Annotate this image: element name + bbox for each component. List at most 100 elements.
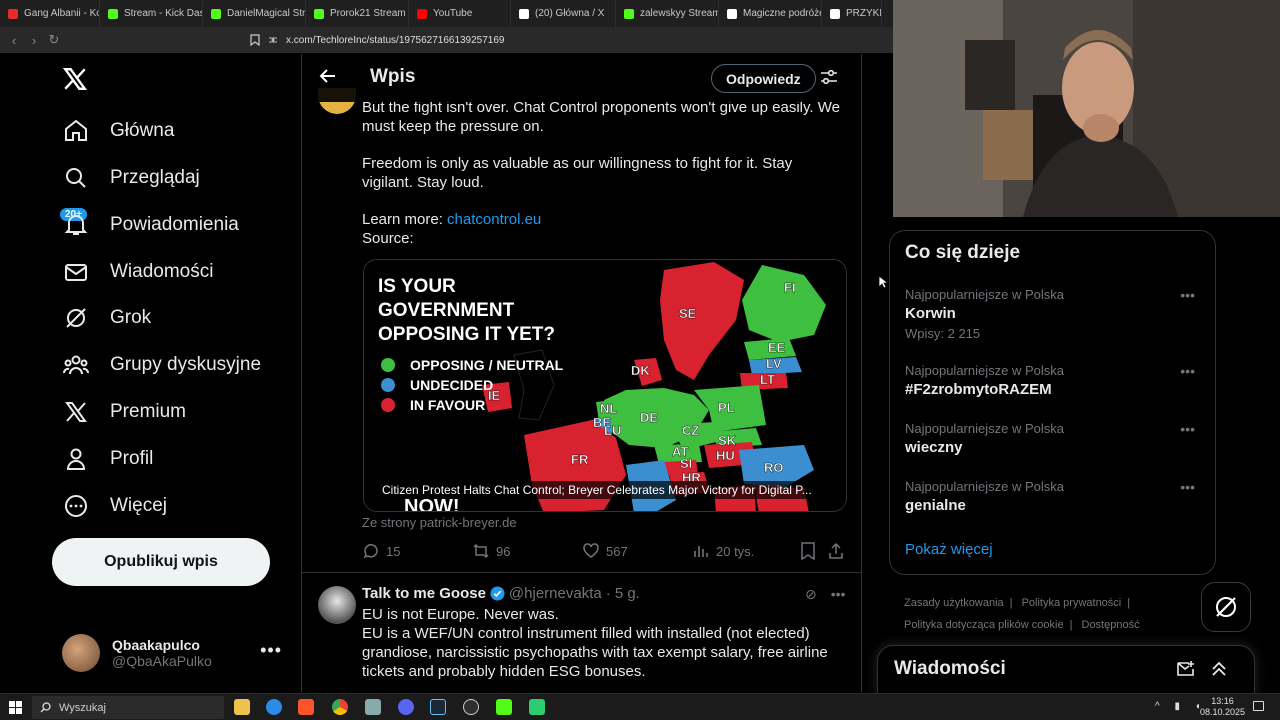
accessibility-link[interactable]: Dostępność xyxy=(1082,619,1140,631)
tab-label: YouTube xyxy=(433,8,473,19)
file-explorer-icon[interactable] xyxy=(234,699,250,715)
url-field[interactable]: x.com/TechloreInc/status/197562716613925… xyxy=(250,32,505,48)
tab-favicon-icon xyxy=(624,8,634,19)
messages-drawer[interactable]: Wiadomości xyxy=(877,645,1255,694)
trend-name: Korwin xyxy=(905,305,956,322)
app-icon[interactable] xyxy=(365,699,381,715)
country-label: SK xyxy=(718,433,737,448)
nav-item-główna[interactable]: Główna xyxy=(62,113,174,149)
x-logo-icon[interactable] xyxy=(62,66,90,94)
kick-icon[interactable] xyxy=(496,699,512,715)
taskbar-search[interactable]: Wyszukaj xyxy=(32,696,224,719)
bookmark-action[interactable] xyxy=(800,542,816,560)
nav-item-więcej[interactable]: Więcej xyxy=(62,488,167,524)
grok-icon[interactable]: ⊘ xyxy=(805,586,817,603)
trends-panel: Co się dzieje Najpopularniejsze w Polska… xyxy=(889,230,1216,575)
clock-time: 13:16 xyxy=(1211,696,1234,706)
country-label: SE xyxy=(679,306,697,321)
chrome-icon[interactable] xyxy=(332,699,348,715)
more-dots-icon[interactable]: ••• xyxy=(260,640,282,661)
nav-item-label: Przeglądaj xyxy=(110,167,200,188)
reply-action[interactable]: 15 xyxy=(362,542,400,560)
nav-item-label: Grok xyxy=(110,307,152,328)
country-label: PL xyxy=(718,400,735,415)
terms-link[interactable]: Zasady użytkowania xyxy=(904,597,1004,609)
card-caption: Citizen Protest Halts Chat Control; Brey… xyxy=(376,481,818,499)
nav-item-wiadomości[interactable]: Wiadomości xyxy=(62,254,213,290)
steam-icon[interactable] xyxy=(430,699,446,715)
views-action[interactable]: 20 tys. xyxy=(692,542,754,560)
post-paragraph: But the fight isn't over. Chat Control p… xyxy=(362,99,840,135)
nav-item-przeglądaj[interactable]: Przeglądaj xyxy=(62,160,200,196)
edge-icon[interactable] xyxy=(266,699,282,715)
chatcontrol-link[interactable]: chatcontrol.eu xyxy=(447,211,541,228)
browser-tab[interactable]: Stream - Kick Dash xyxy=(100,0,203,27)
reply-avatar[interactable] xyxy=(318,586,356,624)
link-card[interactable]: IS YOUR GOVERNMENT OPPOSING IT YET? OPPO… xyxy=(363,259,847,512)
trend-count: Wpisy: 2 215 xyxy=(905,326,981,341)
nav-item-premium[interactable]: Premium xyxy=(62,394,186,430)
like-action[interactable]: 567 xyxy=(582,542,628,560)
reply-handle: @hjernevakta xyxy=(508,585,602,602)
tab-label: (20) Główna / X xyxy=(535,8,605,19)
profile-handle: @QbaAkaPulko xyxy=(112,653,212,669)
show-more-link[interactable]: Pokaż więcej xyxy=(905,541,993,558)
taskbar-clock[interactable]: 13:16 08.10.2025 xyxy=(1200,696,1245,718)
account-switcher[interactable]: Qbaakapulco @QbaAkaPulko ••• xyxy=(62,632,292,674)
left-sidebar: 20+ Główna Przeglądaj Powiadomienia Wiadomo… xyxy=(0,54,300,692)
site-info-icon[interactable] xyxy=(268,35,278,45)
trend-item[interactable]: Najpopularniejsze w Polska Korwin Wpisy: 2… xyxy=(905,287,1205,341)
repost-count: 96 xyxy=(496,543,511,559)
nav-item-powiadomienia[interactable]: Powiadomienia xyxy=(62,207,239,243)
reply-count: 15 xyxy=(386,543,401,559)
more-dots-icon[interactable]: ••• xyxy=(1180,363,1195,379)
browser-tab[interactable]: YouTube xyxy=(409,0,511,27)
trend-item[interactable]: Najpopularniejsze w Polska #F2zrobmytoRAZ… xyxy=(905,363,1205,398)
browser-tab[interactable]: Prorok21 Stream - V xyxy=(306,0,409,27)
browser-tab[interactable]: Magiczne podróże xyxy=(719,0,822,27)
discord-icon[interactable] xyxy=(398,699,414,715)
privacy-link[interactable]: Polityka prywatności xyxy=(1022,597,1122,609)
browser-tab[interactable]: Gang Albanii - Kok xyxy=(0,0,100,27)
browser-tab[interactable]: (20) Główna / X xyxy=(511,0,616,27)
trend-item[interactable]: Najpopularniejsze w Polska wieczny ••• xyxy=(905,421,1205,456)
nav-item-profil[interactable]: Profil xyxy=(62,441,153,477)
more-dots-icon[interactable]: ••• xyxy=(1180,421,1195,437)
trend-item[interactable]: Najpopularniejsze w Polska genialne ••• xyxy=(905,479,1205,514)
share-action[interactable] xyxy=(828,542,844,560)
trend-category: Najpopularniejsze w Polska xyxy=(905,363,1064,378)
reply-author[interactable]: Talk to me Goose @hjernevakta · 5 g. xyxy=(362,585,640,602)
repost-action[interactable]: 96 xyxy=(472,542,510,560)
reply-post[interactable]: Talk to me Goose @hjernevakta · 5 g. ⊘ •… xyxy=(302,574,861,692)
back-arrow-icon[interactable] xyxy=(318,66,338,92)
cookie-policy-link[interactable]: Polityka dotycząca plików cookie xyxy=(904,619,1064,631)
browser-tab[interactable]: zalewskyy Stream xyxy=(616,0,719,27)
new-message-icon[interactable] xyxy=(1176,660,1196,678)
nav-item-label: Główna xyxy=(110,120,175,141)
more-dots-icon[interactable]: ••• xyxy=(1180,479,1195,495)
back-nav-icon[interactable]: ‹ xyxy=(4,33,24,48)
tune-icon[interactable] xyxy=(820,68,838,91)
forward-nav-icon[interactable]: › xyxy=(24,33,44,48)
chevron-up-icon[interactable] xyxy=(1210,660,1228,678)
nav-item-grupy-dyskusyjne[interactable]: Grupy dyskusyjne xyxy=(62,347,261,383)
views-icon xyxy=(694,546,708,557)
reload-icon[interactable]: ↻ xyxy=(44,32,64,48)
windows-start-icon[interactable] xyxy=(9,701,22,714)
clock-date: 08.10.2025 xyxy=(1200,707,1246,717)
app-icon[interactable] xyxy=(529,699,545,715)
nav-item-grok[interactable]: Grok xyxy=(62,300,151,336)
card-source[interactable]: Ze strony patrick-breyer.de xyxy=(362,515,517,530)
grok-fab-button[interactable] xyxy=(1201,582,1251,632)
reply-button[interactable]: Odpowiedz xyxy=(711,64,816,93)
browser-tab[interactable]: DanielMagical Strea xyxy=(203,0,306,27)
browser-tab[interactable]: PRZYKRE SI xyxy=(822,0,882,27)
nav-item-label: Grupy dyskusyjne xyxy=(110,354,262,375)
notification-center-icon[interactable] xyxy=(1253,701,1264,711)
more-dots-icon[interactable]: ••• xyxy=(1180,287,1195,303)
obs-icon[interactable] xyxy=(463,699,479,715)
brave-icon[interactable] xyxy=(298,699,314,715)
more-dots-icon[interactable]: ••• xyxy=(831,586,846,603)
bookmark-icon[interactable] xyxy=(250,34,260,46)
post-button[interactable]: Opublikuj wpis xyxy=(52,538,270,586)
